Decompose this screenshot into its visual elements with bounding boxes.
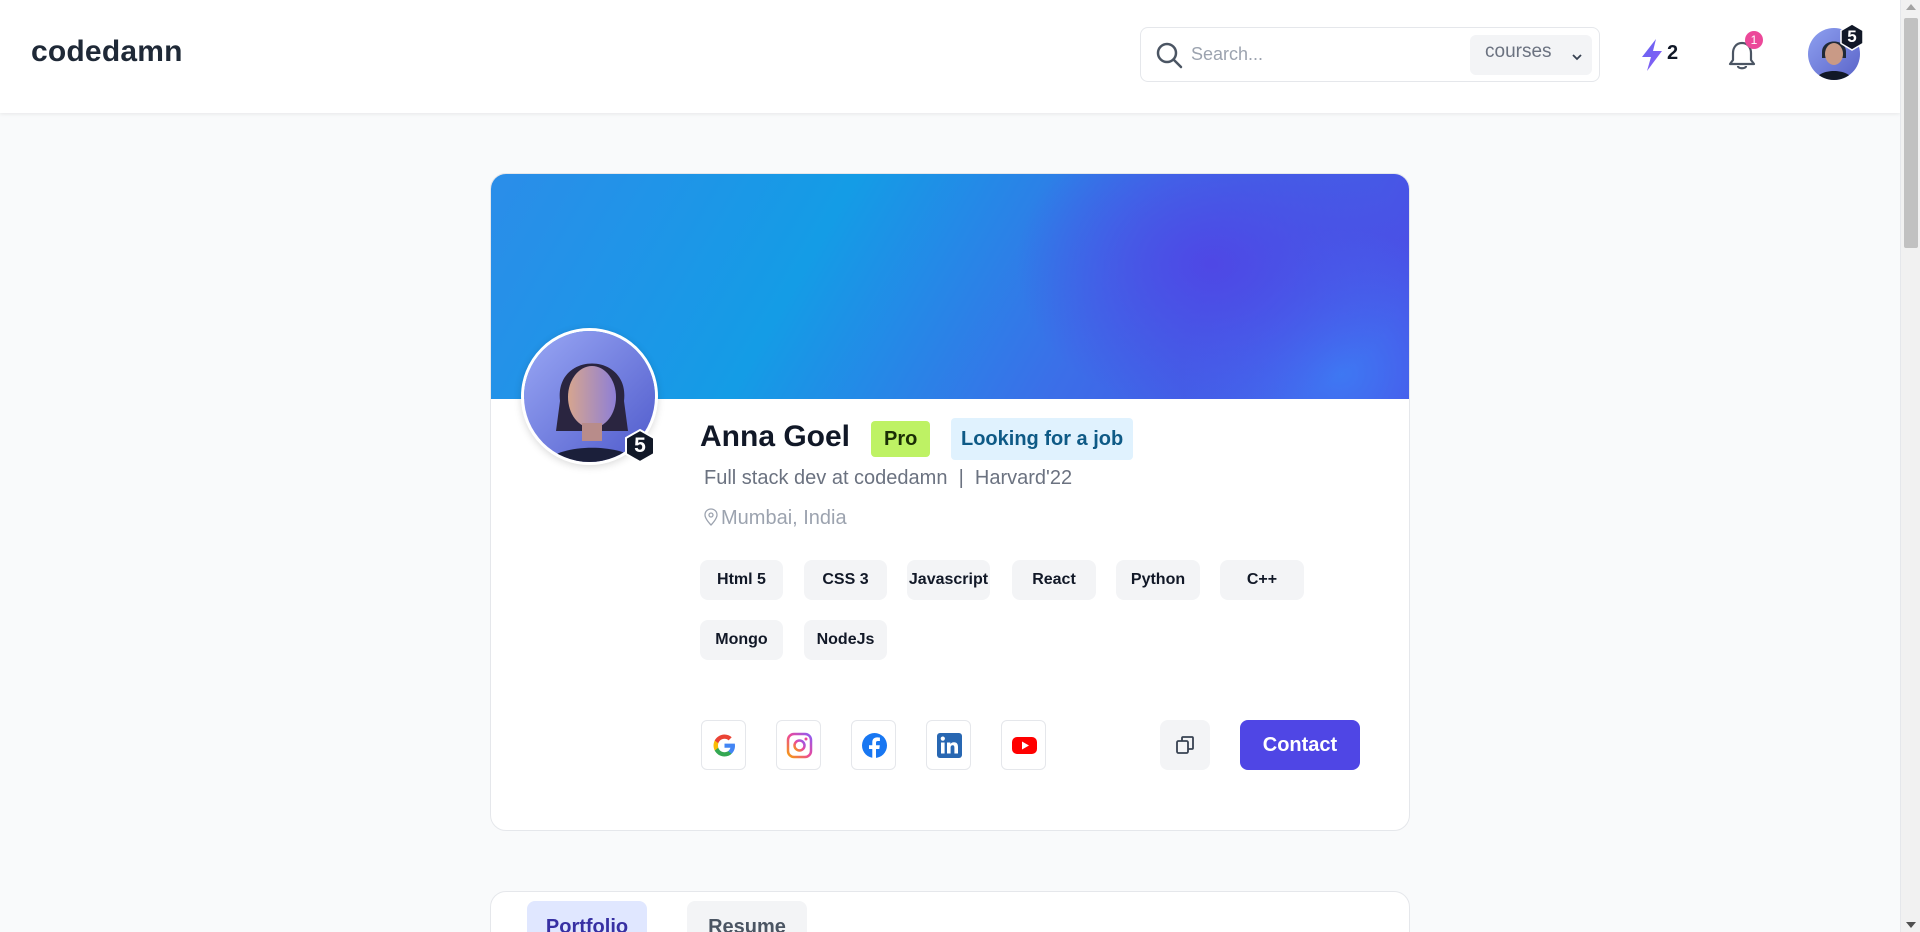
- profile-name: Anna Goel: [700, 420, 851, 453]
- scroll-up-arrow-icon[interactable]: [1906, 4, 1916, 10]
- job-status-badge: Looking for a job: [951, 418, 1134, 460]
- skill-tag: Python: [1116, 560, 1200, 600]
- scroll-down-arrow-icon[interactable]: [1906, 922, 1916, 928]
- linkedin-link[interactable]: [926, 720, 971, 770]
- skill-tag: Javascript: [907, 560, 990, 600]
- level-number: 5: [1847, 27, 1857, 46]
- chevron-down-icon: [1572, 54, 1582, 61]
- top-navbar: codedamn courses 2 1: [0, 0, 1900, 113]
- youtube-link[interactable]: [1001, 720, 1046, 770]
- location-text: Mumbai, India: [721, 507, 847, 529]
- skill-tag: React: [1012, 560, 1096, 600]
- search-bar: courses: [1140, 27, 1600, 82]
- vertical-scrollbar[interactable]: [1900, 0, 1920, 932]
- search-scope-select[interactable]: courses: [1470, 35, 1592, 75]
- profile-headline: Full stack dev at codedamn | Harvard'22: [704, 467, 1073, 489]
- location-pin-icon: [704, 508, 718, 526]
- search-input[interactable]: [1191, 38, 1461, 70]
- profile-level-badge: 5: [622, 428, 658, 464]
- skill-tag: CSS 3: [804, 560, 887, 600]
- lightning-icon[interactable]: [1638, 38, 1666, 72]
- streak-count: 2: [1667, 42, 1679, 64]
- copy-icon: [1176, 736, 1194, 754]
- instagram-link[interactable]: [776, 720, 821, 770]
- google-link[interactable]: [701, 720, 746, 770]
- scrollbar-thumb[interactable]: [1904, 18, 1918, 248]
- instagram-icon: [786, 732, 813, 759]
- tab-portfolio[interactable]: Portfolio: [527, 901, 647, 932]
- skill-tag: Mongo: [700, 620, 783, 660]
- notification-badge: 1: [1745, 31, 1763, 49]
- google-icon: [713, 734, 735, 757]
- skill-tag: C++: [1220, 560, 1304, 600]
- profile-level-number: 5: [634, 434, 646, 457]
- skill-tag: Html 5: [700, 560, 783, 600]
- portfolio-tabs-card: Portfolio Resume: [490, 891, 1410, 932]
- level-badge: 5: [1838, 23, 1866, 51]
- skill-tag: NodeJs: [804, 620, 887, 660]
- facebook-icon: [862, 733, 887, 759]
- search-scope-label: courses: [1485, 41, 1552, 62]
- linkedin-icon: [937, 733, 962, 758]
- contact-button[interactable]: Contact: [1240, 720, 1360, 770]
- logo[interactable]: codedamn: [31, 35, 183, 69]
- pro-badge: Pro: [871, 421, 931, 457]
- tab-resume[interactable]: Resume: [687, 901, 807, 932]
- facebook-link[interactable]: [851, 720, 896, 770]
- youtube-icon: [1012, 737, 1037, 754]
- profile-location: Mumbai, India: [703, 507, 847, 530]
- copy-link-button[interactable]: [1160, 720, 1210, 770]
- search-icon: [1156, 42, 1183, 69]
